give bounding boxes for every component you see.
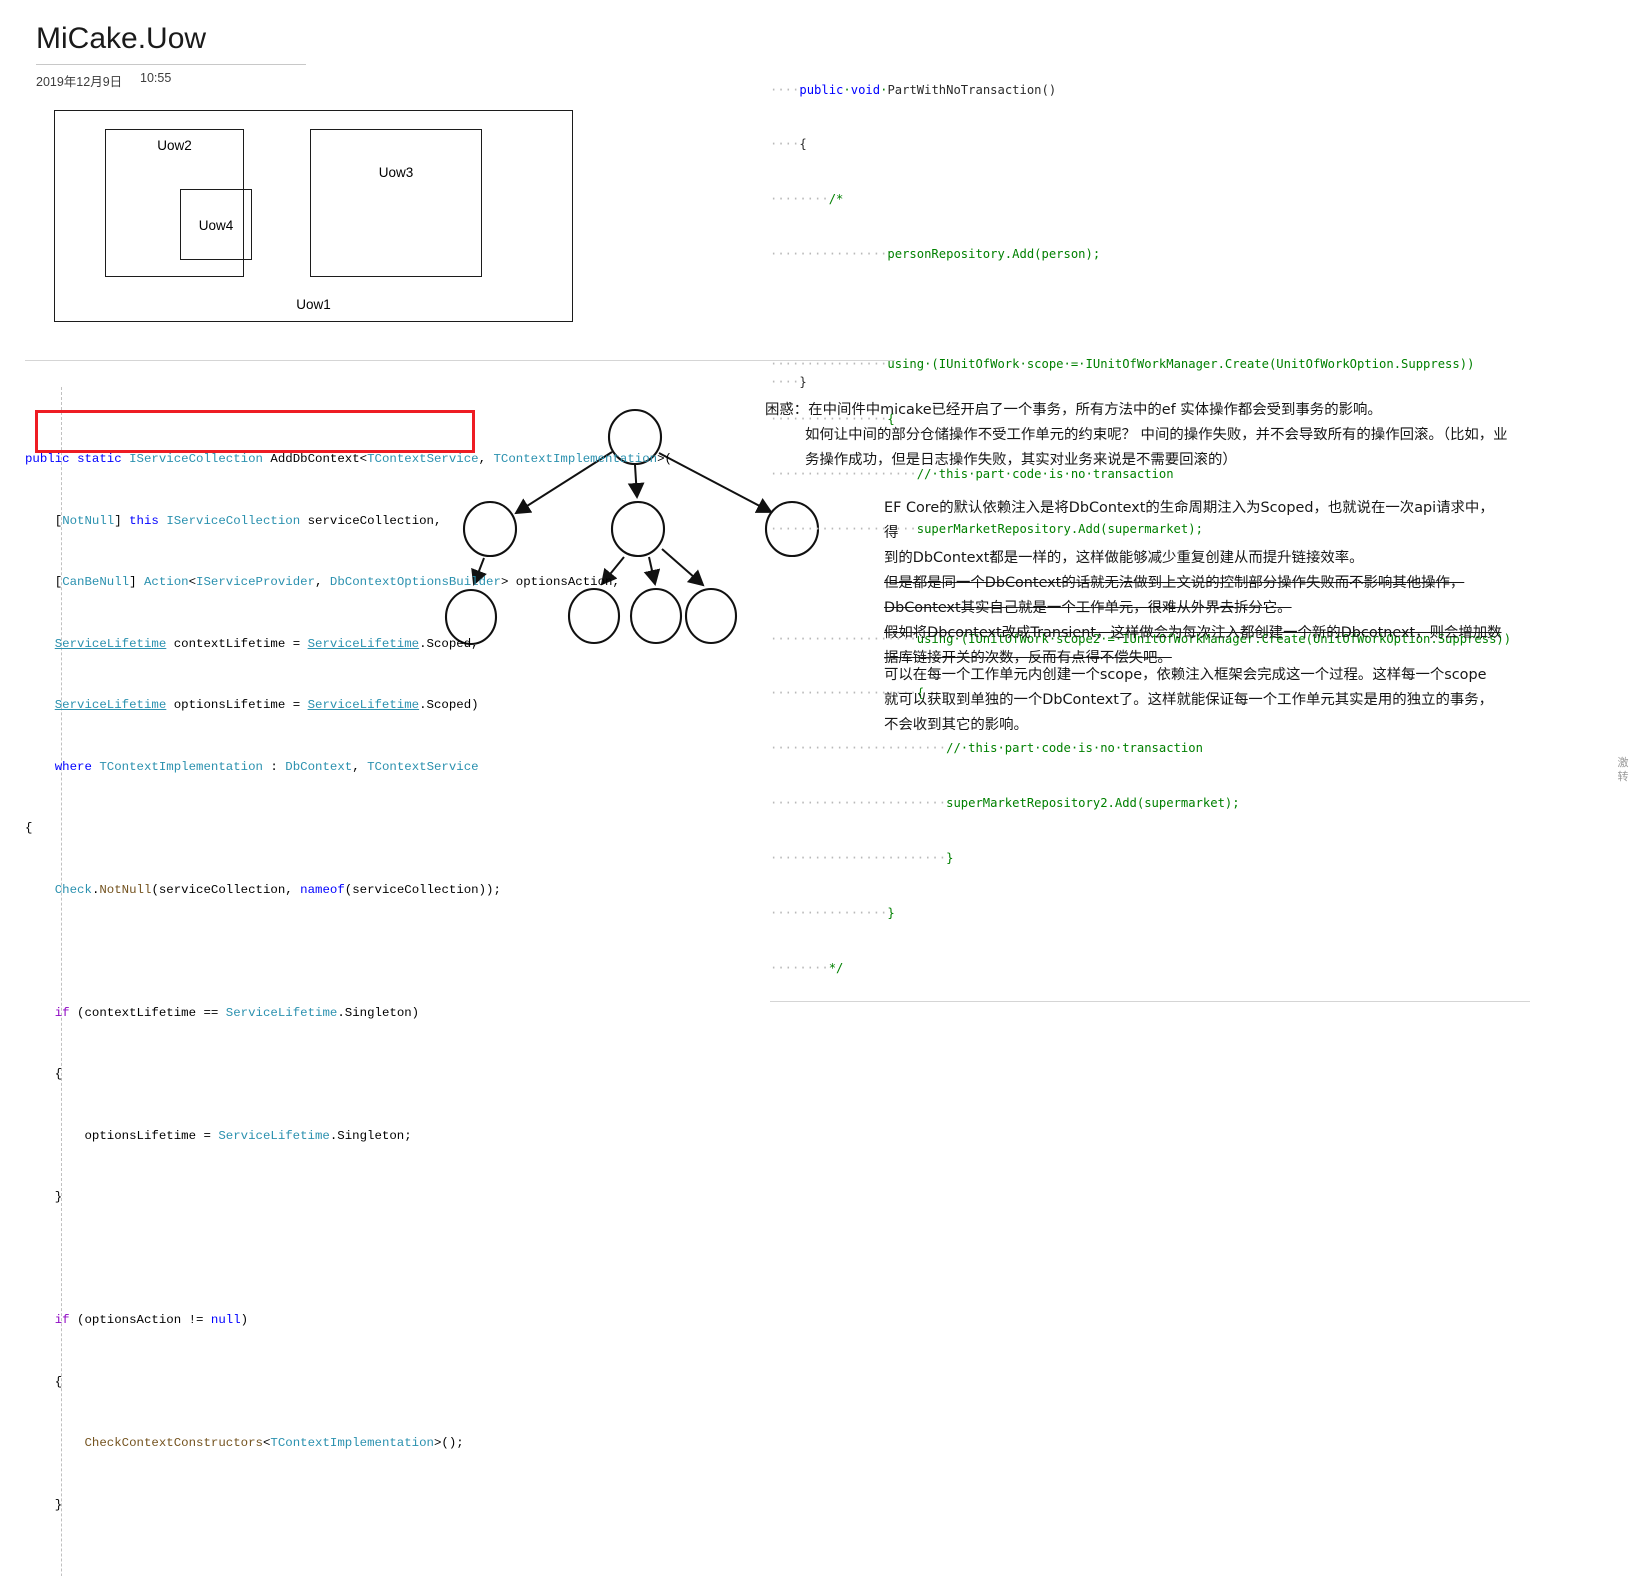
uow-nesting-diagram: Uow2 Uow4 Uow3 Uow1 xyxy=(54,110,573,322)
conclusion-note: 可以在每一个工作单元内创建一个scope，依赖注入框架会完成这一个过程。这样每一… xyxy=(884,663,1504,738)
efcore-strike-1: 但是都是同一个DbContext的话就无法做到上文说的控制部分操作失败而不影响其… xyxy=(884,575,1465,591)
code-line: } xyxy=(25,1497,63,1512)
watermark-line-1: 激 xyxy=(1617,756,1629,769)
code-line: [CanBeNull] Action<IServiceProvider, DbC… xyxy=(25,575,620,589)
question-line-2: 如何让中间的部分仓储操作不受工作单元的约束呢？ 中间的操作失败，并不会导致所有的… xyxy=(805,427,1508,443)
page-title: MiCake.Uow xyxy=(36,22,207,55)
efcore-strike-3: 假如将Dbcontext改成Transient，这样做会为每次注入都创建一个新的… xyxy=(884,625,1502,641)
code-line: ServiceLifetime contextLifetime = Servic… xyxy=(54,636,479,651)
code-line: { xyxy=(25,821,33,835)
code-line: } xyxy=(25,1190,63,1204)
note-time: 10:55 xyxy=(140,71,172,85)
code-line: Check.NotNull(serviceCollection, nameof(… xyxy=(54,882,501,897)
watermark-line-2: 转 xyxy=(1617,770,1629,783)
code-line: ····} xyxy=(770,375,807,389)
efcore-line-2: 到的DbContext都是一样的，这样做能够减少重复创建从而提升链接效率。 xyxy=(884,550,1364,566)
code-line: CheckContextConstructors<TContextImpleme… xyxy=(84,1436,464,1450)
red-highlight-box xyxy=(35,410,475,453)
question-line-3: 务操作成功，但是日志操作失败，其实对业务来说是不需要回滚的） xyxy=(805,452,1237,468)
code-line: { xyxy=(25,1067,63,1081)
code-line: [NotNull] this IServiceCollection servic… xyxy=(25,513,442,528)
note-meta: 2019年12月9日 10:55 xyxy=(36,64,306,90)
watermark: 激 转 xyxy=(1611,756,1635,784)
uow1-label: Uow1 xyxy=(296,297,331,312)
conclusion-line-3: 不会收到其它的影响。 xyxy=(884,717,1028,733)
uow3-box: Uow3 xyxy=(310,129,482,277)
conclusion-line-1: 可以在每一个工作单元内创建一个scope，依赖注入框架会完成这一个过程。这样每一… xyxy=(884,667,1487,683)
code-line: where TContextImplementation : DbContext… xyxy=(54,759,479,774)
uow2-box: Uow2 Uow4 xyxy=(105,129,252,277)
code-line: if (optionsAction != null) xyxy=(54,1313,249,1327)
efcore-note: EF Core的默认依赖注入是将DbContext的生命周期注入为Scoped，… xyxy=(884,496,1504,671)
code-line: ····public·void·PartWithNoTransaction() xyxy=(770,82,1057,97)
code-line: ········*/ xyxy=(770,960,844,975)
note-header: MiCake.Uow 2019年12月9日 10:55 xyxy=(36,20,306,90)
conclusion-line-2: 就可以获取到单独的一个DbContext了。这样就能保证每一个工作单元其实是用的… xyxy=(884,692,1494,708)
left-code-screenshot: public static IServiceCollection AddDbCo… xyxy=(25,360,895,1576)
code-line: ················using·(IUnitOfWork·scope… xyxy=(770,357,1475,372)
code-line: ················} xyxy=(770,905,895,920)
code-line: if (contextLifetime == ServiceLifetime.S… xyxy=(54,1005,420,1020)
code-line: ························} xyxy=(770,851,954,866)
code-line: ····{ xyxy=(770,137,807,152)
uow2-label: Uow2 xyxy=(157,138,192,153)
code-line: { xyxy=(25,1374,63,1389)
uow4-box: Uow4 xyxy=(180,189,252,260)
code-line: ServiceLifetime optionsLifetime = Servic… xyxy=(54,698,479,712)
question-line-1: 困惑：在中间件中micake已经开启了一个事务，所有方法中的ef 实体操作都会受… xyxy=(765,402,1382,418)
uow3-label: Uow3 xyxy=(378,165,414,180)
code-line: ················personRepository.Add(per… xyxy=(770,247,1101,262)
indent-guide xyxy=(61,387,62,1576)
note-date: 2019年12月9日 xyxy=(36,75,123,89)
code-line: ························superMarketRepos… xyxy=(770,796,1240,811)
code-line: ········/* xyxy=(770,192,844,207)
code-line: ························//·this·part·cod… xyxy=(770,741,1203,756)
code-line: optionsLifetime = ServiceLifetime.Single… xyxy=(25,1128,412,1143)
efcore-line-1: EF Core的默认依赖注入是将DbContext的生命周期注入为Scoped，… xyxy=(884,500,1494,541)
question-note: 困惑：在中间件中micake已经开启了一个事务，所有方法中的ef 实体操作都会受… xyxy=(765,398,1535,473)
uow4-label: Uow4 xyxy=(198,218,234,233)
efcore-strike-2: DbContext其实自己就是一个工作单元，很难从外界去拆分它。 xyxy=(884,600,1292,616)
